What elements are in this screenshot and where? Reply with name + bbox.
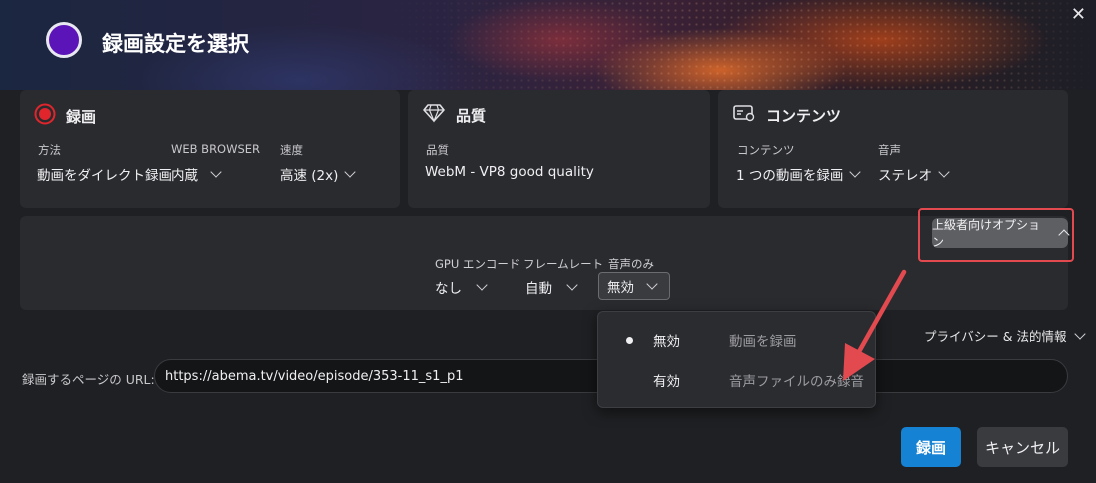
audio-only-label: 音声のみ xyxy=(608,257,654,271)
chevron-down-icon xyxy=(344,166,357,178)
close-icon[interactable]: ✕ xyxy=(1071,4,1086,25)
content-settings-icon xyxy=(732,103,756,127)
chevron-up-icon xyxy=(1058,229,1070,241)
quality-value[interactable]: WebM - VP8 good quality xyxy=(425,164,594,180)
quality-card-header: 品質 xyxy=(422,103,486,127)
content-select[interactable]: 1 つの動画を録画 xyxy=(736,164,862,184)
option-label: 無効 xyxy=(653,334,680,350)
quality-card-title: 品質 xyxy=(456,106,487,125)
option-description: 動画を録画 xyxy=(729,334,797,350)
content-card-header: コンテンツ xyxy=(732,103,841,127)
chevron-down-icon xyxy=(849,166,862,178)
dropdown-option-disabled[interactable]: 無効 動画を録画 xyxy=(598,320,875,360)
speed-label: 速度 xyxy=(280,143,303,157)
recording-card-title: 録画 xyxy=(66,107,97,126)
advanced-options-label: 上級者向けオプション xyxy=(932,218,1041,249)
method-label: 方法 xyxy=(38,143,61,157)
diamond-icon xyxy=(422,103,446,127)
record-icon xyxy=(34,103,56,129)
audio-select[interactable]: ステレオ xyxy=(878,164,950,184)
gpu-encode-label: GPU エンコード xyxy=(435,257,521,271)
quality-card: 品質 品質 WebM - VP8 good quality xyxy=(408,90,710,208)
chevron-down-icon xyxy=(210,166,222,178)
privacy-legal-label: プライバシー & 法的情報 xyxy=(924,329,1067,344)
chevron-down-icon xyxy=(476,279,488,291)
recording-card: 録画 方法 動画をダイレクト録画 WEB BROWSER 内蔵 速度 高速 (2… xyxy=(20,90,400,208)
chevron-down-icon xyxy=(1074,327,1087,340)
content-card: コンテンツ コンテンツ 1 つの動画を録画 音声 ステレオ xyxy=(718,90,1068,208)
framerate-select[interactable]: 自動 xyxy=(525,277,578,297)
app-logo xyxy=(46,22,82,58)
audio-label: 音声 xyxy=(878,143,901,157)
browser-select[interactable]: 内蔵 xyxy=(171,164,222,184)
method-value: 動画をダイレクト録画 xyxy=(37,168,172,184)
option-description: 音声ファイルのみ録音 xyxy=(729,374,864,390)
gpu-encode-select[interactable]: なし xyxy=(435,277,488,297)
audio-only-select[interactable]: 無効 xyxy=(598,272,670,300)
record-button[interactable]: 録画 xyxy=(901,427,961,467)
browser-label: WEB BROWSER xyxy=(171,142,261,156)
url-label: 録画するページの URL: xyxy=(22,372,155,387)
option-label: 有効 xyxy=(653,374,680,390)
content-label: コンテンツ xyxy=(737,143,795,157)
chevron-down-icon xyxy=(566,279,578,291)
quality-label: 品質 xyxy=(426,143,449,157)
content-card-title: コンテンツ xyxy=(766,106,842,125)
framerate-label: フレームレート xyxy=(523,257,604,271)
audio-only-dropdown: 無効 動画を録画 有効 音声ファイルのみ録音 xyxy=(597,311,876,408)
advanced-options-button[interactable]: 上級者向けオプション xyxy=(932,218,1070,249)
cancel-button[interactable]: キャンセル xyxy=(977,427,1068,467)
dialog-title: 録画設定を選択 xyxy=(102,32,249,56)
selected-dot-icon xyxy=(626,336,633,344)
chevron-down-icon xyxy=(938,166,950,178)
recording-card-header: 録画 xyxy=(34,103,96,129)
speed-select[interactable]: 高速 (2x) xyxy=(280,164,357,184)
dropdown-option-enabled[interactable]: 有効 音声ファイルのみ録音 xyxy=(598,360,875,400)
privacy-legal-toggle[interactable]: プライバシー & 法的情報 xyxy=(924,326,1087,345)
chevron-down-icon xyxy=(646,278,658,290)
